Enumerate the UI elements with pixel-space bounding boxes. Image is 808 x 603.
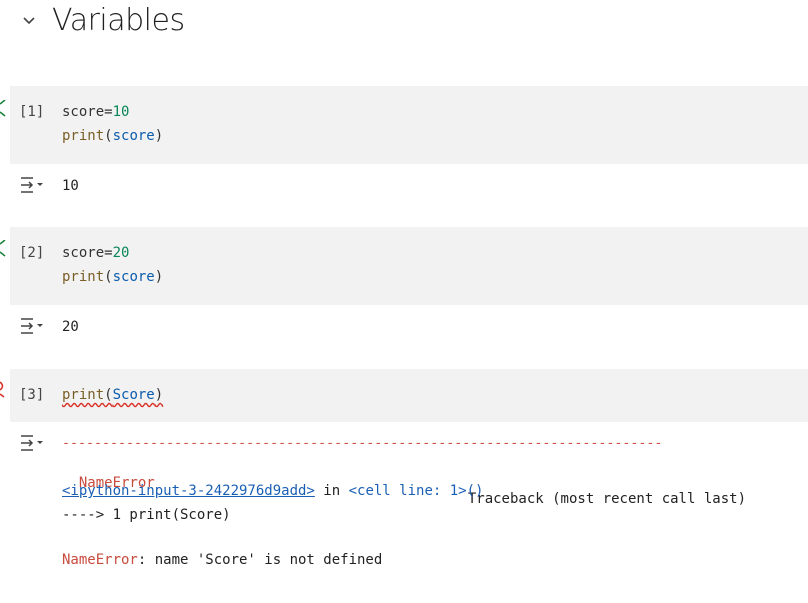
code-arg: score	[112, 269, 155, 285]
error-message-name: NameError	[62, 552, 138, 568]
code-cell[interactable]: [3] print(Score)	[10, 369, 808, 422]
code-line[interactable]: print(score)	[62, 269, 163, 285]
traceback-link[interactable]: <ipython-input-3-2422976d9add>	[62, 483, 315, 499]
code-line[interactable]: print(score)	[62, 128, 163, 144]
code-number: 10	[112, 104, 130, 120]
code-line[interactable]: score=10	[62, 104, 129, 120]
section-header[interactable]: Variables	[22, 0, 185, 40]
code-operator: =	[104, 245, 113, 261]
code-arg: score	[112, 128, 155, 144]
error-message: NameError: name 'Score' is not defined	[62, 552, 383, 568]
code-var: score	[62, 104, 105, 120]
section-title: Variables	[52, 2, 185, 38]
execution-count: [2]	[19, 245, 45, 261]
cell-output: 20	[62, 319, 79, 335]
cell-error-mark	[0, 380, 6, 398]
output-toggle-icon[interactable]	[20, 434, 46, 452]
code-line[interactable]: score=20	[62, 245, 129, 261]
output-toggle-icon[interactable]	[20, 317, 46, 335]
execution-count: [3]	[19, 387, 45, 403]
cell-output: 10	[62, 178, 79, 194]
cell-status-mark	[0, 239, 6, 258]
code-cell[interactable]: [2] score=20 print(score)	[10, 227, 808, 305]
code-function: print	[62, 128, 105, 144]
code-function: print	[62, 387, 105, 403]
code-line[interactable]: print(Score)	[62, 387, 163, 403]
cell-line-ref: <cell line: 1>()	[348, 483, 484, 499]
chevron-down-icon[interactable]	[22, 13, 36, 27]
code-cell[interactable]: [1] score=10 print(score)	[10, 86, 808, 164]
code-number: 20	[112, 245, 130, 261]
cell-status-mark	[0, 99, 6, 118]
output-toggle-icon[interactable]	[20, 176, 46, 194]
traceback-code-line: ----> 1 print(Score)	[62, 507, 231, 523]
traceback-label: Traceback (most recent call last)	[467, 491, 746, 507]
traceback-location: <ipython-input-3-2422976d9add> in <cell …	[62, 483, 484, 499]
code-function: print	[62, 269, 105, 285]
code-var: score	[62, 245, 105, 261]
error-separator: ----------------------------------------…	[62, 436, 663, 451]
code-operator: =	[104, 104, 113, 120]
code-arg: Score	[112, 387, 155, 403]
execution-count: [1]	[19, 104, 45, 120]
